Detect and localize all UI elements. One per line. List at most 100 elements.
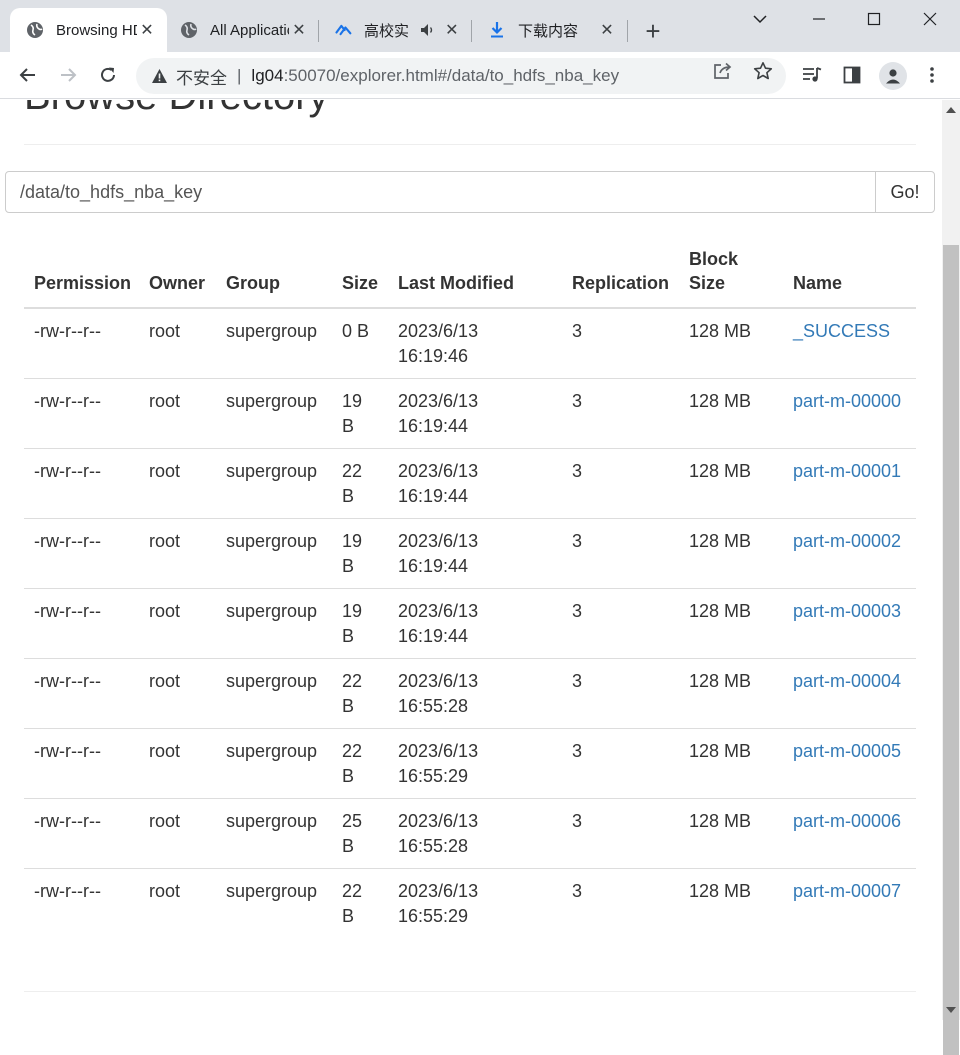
cell-block-size: 128 MB — [689, 881, 752, 901]
scroll-down-arrow-icon[interactable] — [942, 1002, 960, 1018]
speaker-icon[interactable] — [420, 23, 437, 37]
cell-permission[interactable]: -rw-r--r-- — [24, 728, 139, 799]
cell-replication: 3 — [572, 881, 583, 901]
new-tab-plus-icon[interactable]: + — [640, 16, 666, 46]
table-row: -rw-r--r-- root supergroup 25 B 2023/6/1… — [24, 798, 916, 869]
globe-icon — [180, 21, 198, 39]
tab-browsing-hdfs[interactable]: Browsing HDFS ✕ — [10, 8, 167, 52]
cell-owner: root — [139, 728, 216, 799]
table-row: -rw-r--r-- root supergroup 19 B 2023/6/1… — [24, 378, 916, 449]
tab-all-applications[interactable]: All Applications ✕ — [164, 8, 319, 52]
scroll-up-arrow-icon[interactable] — [942, 102, 960, 118]
cell-name: part-m-00001 — [783, 448, 916, 519]
minimize-icon[interactable] — [804, 6, 834, 32]
vertical-scrollbar[interactable] — [942, 100, 960, 1055]
cell-size: 25 B — [332, 798, 388, 869]
cell-name: part-m-00007 — [783, 869, 916, 939]
cell-permission[interactable]: -rw-r--r-- — [24, 518, 139, 589]
file-link[interactable]: part-m-00001 — [793, 461, 901, 481]
cell-permission[interactable]: -rw-r--r-- — [24, 448, 139, 519]
column-header-block-size[interactable]: Block Size — [679, 239, 783, 309]
insecure-label[interactable]: 不安全 — [176, 64, 227, 89]
page-viewport: Browse Directory Go! Permission Owner Gr… — [0, 100, 942, 1020]
side-panel-icon[interactable] — [837, 60, 867, 90]
cell-block-size: 128 MB — [679, 448, 783, 519]
file-link[interactable]: part-m-00000 — [793, 391, 901, 411]
table-row: -rw-r--r-- root supergroup 19 B 2023/6/1… — [24, 588, 916, 659]
column-header-size[interactable]: Size — [332, 239, 388, 309]
cell-owner: root — [139, 588, 216, 659]
cell-permission[interactable]: -rw-r--r-- — [24, 658, 139, 729]
globe-icon — [26, 21, 44, 39]
cell-owner: root — [149, 881, 181, 901]
close-window-icon[interactable] — [915, 6, 945, 32]
cell-block-size: 128 MB — [679, 518, 783, 589]
cell-size: 22 B — [332, 728, 388, 799]
cell-last-modified: 2023/6/13 16:19:44 — [388, 588, 562, 659]
profile-avatar-icon[interactable] — [879, 62, 907, 90]
file-link[interactable]: _SUCCESS — [793, 321, 890, 341]
cell-last-modified: 2023/6/13 16:19:44 — [388, 448, 562, 519]
forward-arrow-icon[interactable] — [53, 60, 83, 90]
column-header-replication[interactable]: Replication — [562, 239, 679, 309]
tab-search-chevron-icon[interactable] — [745, 6, 775, 32]
column-header-owner[interactable]: Owner — [139, 239, 216, 309]
url-host: lg04 — [251, 66, 284, 85]
cell-name: part-m-00004 — [783, 658, 916, 729]
table-header-row: Permission Owner Group Size Last Modifie… — [24, 239, 916, 309]
table-row: -rw-r--r-- root supergroup 22 B 2023/6/1… — [24, 728, 916, 799]
cell-permission[interactable]: -rw-r--r-- — [24, 378, 139, 449]
bookmark-star-icon[interactable] — [753, 61, 773, 81]
url-path: :50070/explorer.html#/data/to_hdfs_nba_k… — [283, 66, 620, 85]
maximize-icon[interactable] — [859, 6, 889, 32]
column-header-last-modified[interactable]: Last Modified — [388, 239, 562, 309]
cell-last-modified: 2023/6/13 16:19:46 — [388, 308, 562, 379]
share-icon[interactable] — [713, 61, 733, 81]
cell-last-modified: 2023/6/13 16:19:44 — [388, 518, 562, 589]
close-icon[interactable]: ✕ — [137, 20, 157, 40]
go-button[interactable]: Go! — [875, 171, 935, 213]
cell-group: supergroup — [216, 658, 332, 729]
cell-owner: root — [139, 658, 216, 729]
file-link[interactable]: part-m-00006 — [793, 811, 901, 831]
address-bar[interactable]: 不安全 | lg04:50070/explorer.html#/data/to_… — [136, 58, 786, 94]
back-arrow-icon[interactable] — [13, 60, 43, 90]
media-control-icon[interactable] — [797, 60, 827, 90]
column-header-group[interactable]: Group — [216, 239, 332, 309]
scrollbar-thumb[interactable] — [943, 245, 959, 1055]
tab-strip: Browsing HDFS ✕ All Applications ✕ 高校实验室… — [0, 0, 960, 52]
page-title: Browse Directory — [24, 100, 329, 119]
table-row: -rw-r--r-- root supergroup 22 B 2023/6/1… — [24, 448, 916, 519]
file-link[interactable]: part-m-00005 — [793, 741, 901, 761]
file-link[interactable]: part-m-00003 — [793, 601, 901, 621]
cell-last-modified: 2023/6/13 16:55:29 — [388, 728, 562, 799]
cell-group: supergroup — [216, 378, 332, 449]
tab-lab[interactable]: 高校实验室 ✕ — [318, 8, 471, 52]
cell-permission[interactable]: -rw-r--r-- — [24, 588, 139, 659]
warning-icon[interactable] — [150, 67, 168, 85]
close-icon[interactable]: ✕ — [597, 20, 617, 40]
cell-permission[interactable]: -rw-r--r-- — [24, 308, 139, 379]
cell-permission[interactable]: -rw-r--r-- — [24, 798, 139, 869]
directory-path-input[interactable] — [5, 171, 876, 213]
file-link[interactable]: part-m-00007 — [793, 881, 901, 901]
more-menu-icon[interactable] — [917, 60, 947, 90]
cell-replication: 3 — [562, 658, 679, 729]
cell-size: 19 B — [332, 588, 388, 659]
reload-icon[interactable] — [93, 60, 123, 90]
cell-group: supergroup — [216, 308, 332, 379]
close-icon[interactable]: ✕ — [443, 20, 461, 40]
table-row: -rw-r--r-- root supergroup 19 B 2023/6/1… — [24, 518, 916, 589]
file-link[interactable]: part-m-00004 — [793, 671, 901, 691]
close-icon[interactable]: ✕ — [289, 20, 309, 40]
cell-permission[interactable]: -rw-r--r-- — [24, 869, 139, 939]
column-header-permission[interactable]: Permission — [24, 239, 139, 309]
cloud-icon — [334, 21, 352, 39]
cell-size: 22 B — [332, 658, 388, 729]
tab-downloads[interactable]: 下载内容 ✕ — [472, 8, 627, 52]
file-link[interactable]: part-m-00002 — [793, 531, 901, 551]
tab-title: 下载内容 — [518, 22, 579, 40]
cell-size: 19 B — [332, 378, 388, 449]
cell-name: part-m-00002 — [783, 518, 916, 589]
column-header-name[interactable]: Name — [783, 239, 916, 309]
